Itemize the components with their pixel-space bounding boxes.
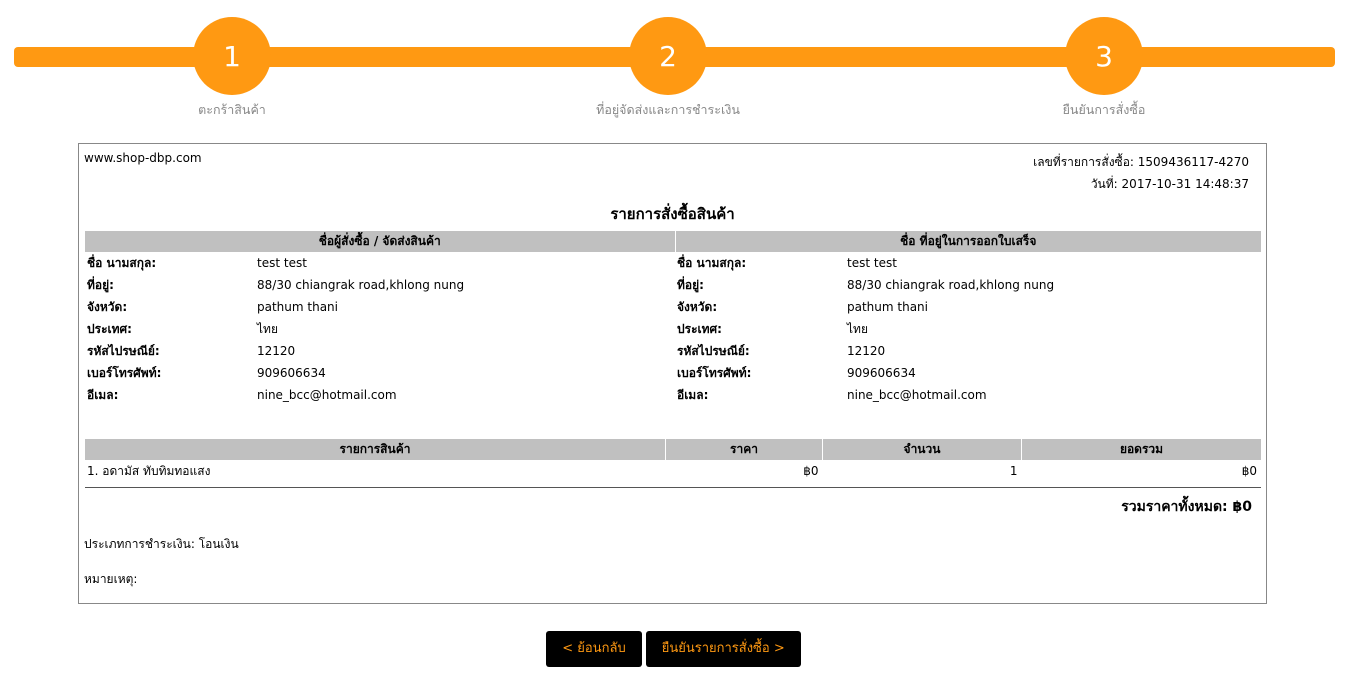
address-row: จังหวัด: pathum thani จังหวัด: pathum th… [85,296,1261,318]
order-receipt: www.shop-dbp.com เลขที่รายการสั่งซื้อ: 1… [78,143,1267,604]
shipping-field-value: 88/30 chiangrak road,khlong nung [257,278,465,292]
step-confirm: 3 ยืนยันการสั่งซื้อ [1004,17,1204,120]
address-table: ชื่อผู้สั่งซื้อ / จัดส่งสินค้า ชื่อ ที่อ… [85,231,1261,406]
shipping-field-value: ไทย [257,321,278,336]
address-row: ชื่อ นามสกุล: test test ชื่อ นามสกุล: te… [85,252,1261,274]
shipping-field-value: 909606634 [257,366,326,380]
shipping-field-value: 12120 [257,344,296,358]
table-row: 1. อดามัส ทับทิมทอแสง ฿0 1 ฿0 [85,460,1261,482]
step-cart: 1 ตะกร้าสินค้า [132,17,332,120]
order-date: วันที่: 2017-10-31 14:48:37 [1033,173,1249,195]
step-label: ยืนยันการสั่งซื้อ [1062,102,1146,117]
billing-field-label: ชื่อ นามสกุล: [677,255,747,270]
shipping-field-value: test test [257,256,307,270]
billing-field-value: test test [847,256,897,270]
payment-type-label: ประเภทการชำระเงิน: [84,537,195,551]
action-buttons: < ย้อนกลับ ยืนยันรายการสั่งซื้อ > [0,631,1347,667]
step-label: ที่อยู่จัดส่งและการชำระเงิน [596,102,740,117]
billing-field-label: ที่อยู่: [677,277,704,292]
payment-type-value: โอนเงิน [198,537,239,551]
items-header-product: รายการสินค้า [85,439,666,460]
order-number-label: เลขที่รายการสั่งซื้อ: [1033,155,1134,169]
billing-field-value: 88/30 chiangrak road,khlong nung [847,278,1055,292]
billing-field-label: เบอร์โทรศัพท์: [677,365,752,380]
billing-field-value: pathum thani [847,300,928,314]
checkout-progress: 1 ตะกร้าสินค้า 2 ที่อยู่จัดส่งและการชำระ… [0,0,1347,125]
shipping-field-label: ประเทศ: [87,321,132,336]
billing-field-label: จังหวัด: [677,299,718,314]
address-row: รหัสไปรษณีย์: 12120 รหัสไปรษณีย์: 12120 [85,340,1261,362]
billing-field-value: 12120 [847,344,886,358]
address-row: เบอร์โทรศัพท์: 909606634 เบอร์โทรศัพท์: … [85,362,1261,384]
receipt-title: รายการสั่งซื้อสินค้า [610,205,735,223]
items-header-price: ราคา [665,439,823,460]
step-number: 3 [1065,17,1143,95]
shipping-field-label: ชื่อ นามสกุล: [87,255,157,270]
back-button[interactable]: < ย้อนกลับ [546,631,642,667]
items-table: รายการสินค้า ราคา จำนวน ยอดรวม 1. อดามัส… [85,439,1261,482]
billing-field-value: ไทย [847,321,868,336]
step-number: 1 [193,17,271,95]
order-number-value: 1509436117-4270 [1137,155,1249,169]
grand-total: รวมราคาทั้งหมด: ฿0 [1121,496,1252,518]
step-label: ตะกร้าสินค้า [198,102,266,117]
shipping-field-label: อีเมล: [87,387,119,402]
shipping-field-label: จังหวัด: [87,299,128,314]
order-note: หมายเหตุ: [84,570,137,589]
divider [85,487,1261,488]
site-url: www.shop-dbp.com [84,151,202,165]
order-note-label: หมายเหตุ: [84,572,138,586]
order-date-value: 2017-10-31 14:48:37 [1121,177,1249,191]
billing-field-label: รหัสไปรษณีย์: [677,343,750,358]
shipping-field-value: pathum thani [257,300,338,314]
shipping-header: ชื่อผู้สั่งซื้อ / จัดส่งสินค้า [85,231,675,252]
billing-field-value: 909606634 [847,366,916,380]
billing-field-value: nine_bcc@hotmail.com [847,388,987,402]
grand-total-value: ฿0 [1232,499,1252,515]
items-header-qty: จำนวน [822,439,1022,460]
confirm-order-button[interactable]: ยืนยันรายการสั่งซื้อ > [645,631,801,667]
order-number: เลขที่รายการสั่งซื้อ: 1509436117-4270 [1033,151,1249,173]
shipping-field-value: nine_bcc@hotmail.com [257,388,397,402]
billing-header: ชื่อ ที่อยู่ในการออกใบเสร็จ [674,231,1261,252]
item-price: ฿0 [803,464,819,478]
grand-total-label: รวมราคาทั้งหมด: [1121,499,1228,515]
address-row: ที่อยู่: 88/30 chiangrak road,khlong nun… [85,274,1261,296]
item-subtotal: ฿0 [1241,464,1257,478]
order-date-label: วันที่: [1090,177,1118,191]
shipping-field-label: เบอร์โทรศัพท์: [87,365,162,380]
address-row: ประเทศ: ไทย ประเทศ: ไทย [85,318,1261,340]
billing-field-label: ประเทศ: [677,321,722,336]
order-meta: เลขที่รายการสั่งซื้อ: 1509436117-4270 วั… [1033,151,1249,195]
billing-field-label: อีเมล: [677,387,709,402]
items-header-subtotal: ยอดรวม [1021,439,1261,460]
address-row: อีเมล: nine_bcc@hotmail.com อีเมล: nine_… [85,384,1261,406]
item-qty: 1 [1009,464,1018,478]
step-number: 2 [629,17,707,95]
shipping-field-label: ที่อยู่: [87,277,114,292]
step-shipping-payment: 2 ที่อยู่จัดส่งและการชำระเงิน [568,17,768,120]
item-name: 1. อดามัส ทับทิมทอแสง [87,463,211,478]
shipping-field-label: รหัสไปรษณีย์: [87,343,160,358]
payment-type: ประเภทการชำระเงิน: โอนเงิน [84,535,239,554]
